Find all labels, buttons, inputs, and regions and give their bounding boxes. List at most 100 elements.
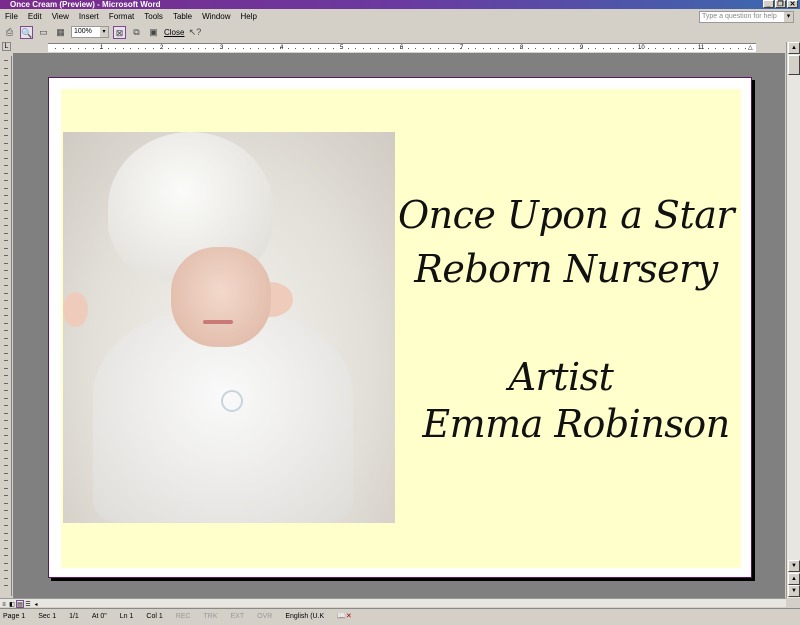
window-title: Once Cream (Preview) - Microsoft Word <box>10 0 161 9</box>
ruler-tick <box>4 262 8 264</box>
ruler-tick <box>4 547 8 549</box>
ruler-tick <box>692 48 694 49</box>
ruler-tick <box>4 585 8 586</box>
ruler-tick <box>4 502 8 504</box>
ruler-tick <box>227 48 229 49</box>
menu-tools[interactable]: Tools <box>144 12 163 21</box>
ruler-tick <box>4 232 8 234</box>
ruler-tick <box>100 48 101 49</box>
ruler-tick <box>4 195 8 196</box>
ruler-tick <box>137 48 139 49</box>
ruler-tick <box>4 240 8 241</box>
whats-this-help-icon[interactable]: ↖? <box>188 26 202 39</box>
ruler-tick <box>572 48 574 49</box>
ruler-tick <box>4 382 8 384</box>
menu-file[interactable]: File <box>5 12 18 21</box>
menu-view[interactable]: View <box>52 12 69 21</box>
menu-format[interactable]: Format <box>109 12 134 21</box>
right-indent-marker[interactable]: △ <box>748 44 753 53</box>
ruler-tick <box>4 187 8 189</box>
ruler-tick <box>4 367 8 369</box>
multiple-pages-icon[interactable]: ▦ <box>54 26 67 39</box>
status-trk[interactable]: TRK <box>204 613 218 620</box>
status-language[interactable]: English (U.K <box>285 613 324 620</box>
ruler-tick <box>377 48 379 49</box>
ruler-tick <box>4 247 8 249</box>
ruler-tick <box>557 48 559 49</box>
full-screen-icon[interactable]: ▣ <box>147 26 160 39</box>
scroll-thumb[interactable] <box>788 55 800 75</box>
ruler-tick <box>4 172 8 174</box>
help-search-input[interactable]: Type a question for help ▾ <box>699 11 794 23</box>
print-icon[interactable]: ⎙ <box>3 26 16 39</box>
ruler-tick <box>4 270 8 271</box>
heading-line-1: Once Upon a Star <box>397 193 735 237</box>
chevron-down-icon[interactable]: ▾ <box>784 12 793 22</box>
shrink-to-fit-icon[interactable]: ⧉ <box>130 26 143 39</box>
scroll-up-arrow[interactable]: ▲ <box>788 42 800 54</box>
close-preview-button[interactable]: Close <box>164 28 184 37</box>
status-bar: Page 1 Sec 1 1/1 At 0" Ln 1 Col 1 REC TR… <box>0 608 800 623</box>
ruler-tick <box>250 48 251 49</box>
previous-page-icon[interactable]: ▲ <box>788 573 800 585</box>
horizontal-scrollbar[interactable]: ≡ ◧ ▤ ☰ ◂ <box>0 598 786 608</box>
ruler-tick <box>4 435 8 436</box>
menu-insert[interactable]: Insert <box>79 12 99 21</box>
menu-window[interactable]: Window <box>202 12 230 21</box>
ruler-tick <box>4 375 8 376</box>
ruler-tick <box>145 48 146 49</box>
vertical-scrollbar[interactable]: ▲ ▼ ▲ ▼ <box>786 42 800 598</box>
status-pages: 1/1 <box>69 612 79 620</box>
ruler-tick <box>565 48 566 49</box>
ruler-tick <box>182 48 184 49</box>
ruler-tick <box>70 48 71 49</box>
status-ovr[interactable]: OVR <box>257 613 272 620</box>
one-page-icon[interactable]: ▭ <box>37 26 50 39</box>
spelling-status-icon[interactable]: 📖✕ <box>337 612 352 620</box>
tab-stop-selector[interactable]: L <box>2 42 11 51</box>
restore-button[interactable]: ❐ <box>775 0 786 8</box>
view-ruler-icon[interactable]: ⊠ <box>113 25 126 39</box>
ruler-tick <box>475 48 476 49</box>
ruler-tick <box>4 420 8 421</box>
zoom-select[interactable]: 100% ▾ <box>71 26 109 38</box>
baby-photo <box>63 132 395 523</box>
ruler-tick <box>677 48 679 49</box>
ruler-tick <box>62 48 64 49</box>
vertical-ruler[interactable] <box>0 56 12 596</box>
next-page-icon[interactable]: ▼ <box>788 585 800 597</box>
ruler-tick <box>4 300 8 301</box>
ruler-tick <box>737 48 739 49</box>
ruler-tick <box>4 285 8 286</box>
ruler-tick <box>4 577 8 579</box>
menu-edit[interactable]: Edit <box>28 12 42 21</box>
minimize-button[interactable]: _ <box>763 0 774 8</box>
menu-table[interactable]: Table <box>173 12 192 21</box>
magnifier-icon[interactable]: 🔍 <box>20 25 33 39</box>
ruler-tick <box>580 48 581 49</box>
close-window-button[interactable]: ✕ <box>787 0 798 8</box>
scroll-down-arrow[interactable]: ▼ <box>788 560 800 572</box>
ruler-tick <box>4 105 8 106</box>
ruler-tick <box>745 48 746 49</box>
status-rec[interactable]: REC <box>176 613 191 620</box>
print-layout-icon[interactable]: ▤ <box>16 600 24 608</box>
status-at: At 0" <box>91 612 107 620</box>
ruler-tick <box>115 48 116 49</box>
ruler-tick <box>107 48 109 49</box>
ruler-tick <box>4 217 8 219</box>
ruler-tick <box>497 48 499 49</box>
ruler-tick <box>130 48 131 49</box>
ruler-tick <box>4 90 8 91</box>
ruler-tick <box>4 457 8 459</box>
status-ext[interactable]: EXT <box>231 613 245 620</box>
ruler-tick <box>85 48 86 49</box>
menu-help[interactable]: Help <box>241 12 257 21</box>
ruler-tick <box>4 495 8 496</box>
ruler-tick <box>4 480 8 481</box>
horizontal-ruler[interactable]: 1 2 3 4 5 6 7 8 9 10 11 △ <box>48 43 756 52</box>
ruler-tick <box>167 48 169 49</box>
ruler-tick <box>4 82 8 84</box>
ruler-tick <box>4 510 8 511</box>
document-page[interactable]: Once Upon a Star Reborn Nursery Artist E… <box>48 77 752 578</box>
